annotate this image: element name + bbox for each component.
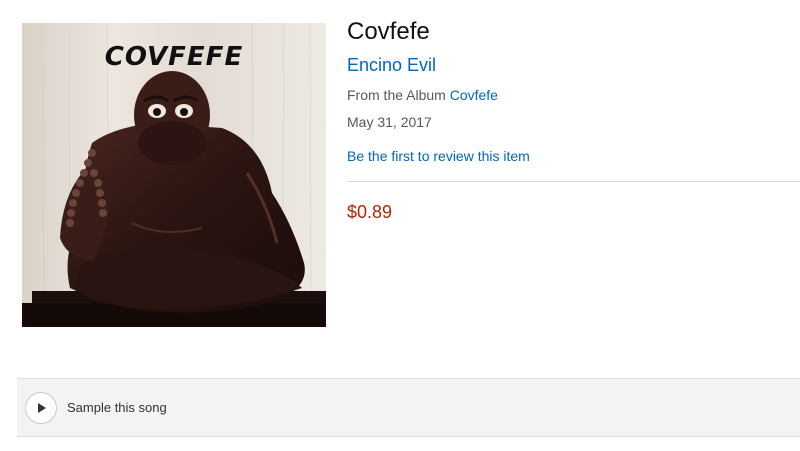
sample-label: Sample this song	[67, 400, 167, 415]
divider	[347, 181, 800, 182]
sample-player-bar: Sample this song	[17, 378, 800, 437]
play-button[interactable]	[25, 392, 57, 424]
review-link[interactable]: Be the first to review this item	[347, 147, 800, 165]
album-link[interactable]: Covfefe	[450, 87, 498, 103]
song-title: Covfefe	[347, 18, 430, 45]
release-date: May 31, 2017	[347, 114, 432, 130]
album-cover-text: COVFEFE	[105, 42, 243, 72]
from-album-prefix: From the Album	[347, 87, 450, 103]
album-cover-image[interactable]: COVFEFE	[22, 23, 326, 327]
product-details: Covfefe Encino Evil From the Album Covfe…	[347, 16, 800, 165]
product-page: COVFEFE Covfefe Encino Evil From the Alb…	[0, 0, 800, 451]
album-cover-illustration: COVFEFE	[22, 23, 326, 327]
price: $0.89	[347, 202, 393, 222]
from-album-line: From the Album Covfefe	[347, 86, 800, 104]
play-icon	[38, 403, 46, 413]
artist-link[interactable]: Encino Evil	[347, 54, 800, 76]
